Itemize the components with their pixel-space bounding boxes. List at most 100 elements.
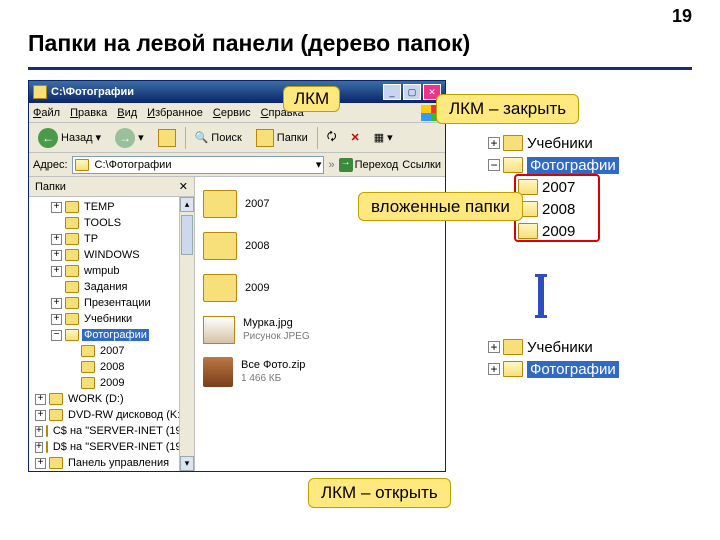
delete-button[interactable]: ✕ [346, 128, 365, 147]
back-button[interactable]: ← Назад ▾ [33, 125, 106, 151]
menu-tools[interactable]: Сервис [213, 107, 251, 119]
close-icon[interactable]: ✕ [179, 180, 188, 193]
folders-sidebar: Папки ✕ +TEMPTOOLS+TP+WINDOWS+wmpubЗадан… [29, 177, 195, 471]
tree-row[interactable]: + Учебники [488, 132, 619, 154]
sync-button[interactable]: 🗘 [322, 125, 342, 150]
tree-row[interactable]: + Презентации [29, 295, 194, 311]
tree-row[interactable]: 2008 [29, 359, 194, 375]
expand-icon[interactable]: + [35, 442, 43, 453]
address-value: С:\Фотографии [95, 159, 172, 171]
expand-icon[interactable]: + [51, 202, 62, 213]
tree-row[interactable]: + WINDOWS [29, 247, 194, 263]
minimize-button[interactable]: _ [383, 84, 401, 100]
menu-view[interactable]: Вид [117, 107, 137, 119]
tree-label[interactable]: 2008 [98, 361, 126, 373]
item-caption: Все Фото.zip1 466 КБ [241, 359, 305, 385]
folders-button[interactable]: Папки [251, 126, 313, 150]
toolbar: ← Назад ▾ →▾ 🔍Поиск Папки 🗘 ✕ ▦▾ [29, 123, 445, 153]
tree-row[interactable]: 2007 [29, 343, 194, 359]
tree-row[interactable]: + Учебники [29, 311, 194, 327]
tree-label[interactable]: C$ на "SERVER-INET (192.168.1. [51, 425, 194, 437]
search-button[interactable]: 🔍Поиск [190, 128, 247, 147]
tree-row[interactable]: − Фотографии [488, 154, 619, 176]
tree-row[interactable]: + wmpub [29, 263, 194, 279]
titlebar[interactable]: С:\Фотографии _ ▢ ✕ [29, 81, 445, 103]
chevron-down-icon[interactable]: ▾ [316, 158, 322, 171]
expand-icon[interactable]: + [51, 314, 62, 325]
tree-row[interactable]: + Учебники [488, 336, 619, 358]
tree-label[interactable]: Задания [82, 281, 129, 293]
maximize-button[interactable]: ▢ [403, 84, 421, 100]
tree-row[interactable]: + WORK (D:) [29, 391, 194, 407]
folder-icon [81, 377, 95, 389]
tree-label[interactable]: TOOLS [82, 217, 123, 229]
menubar: Файл Правка Вид Избранное Сервис Справка [29, 103, 445, 123]
callout-lkm-close: ЛКМ – закрыть [436, 94, 579, 124]
expand-icon[interactable]: + [35, 410, 46, 421]
go-button[interactable]: Переход [339, 158, 399, 172]
tree-label[interactable]: TP [82, 233, 100, 245]
menu-edit[interactable]: Правка [70, 107, 107, 119]
tree-row[interactable]: + D$ на "SERVER-INET (192.168.1. [29, 439, 194, 455]
tree-row[interactable]: 2009 [29, 375, 194, 391]
tree-row[interactable]: + TEMP [29, 199, 194, 215]
tree-row[interactable]: + TP [29, 231, 194, 247]
collapse-icon[interactable]: − [51, 330, 62, 341]
title-rule [28, 67, 692, 70]
tree-label[interactable]: TEMP [82, 201, 117, 213]
callout-nested: вложенные папки [358, 192, 523, 221]
scrollbar[interactable]: ▴▾ [179, 197, 194, 471]
collapse-icon[interactable]: − [488, 159, 500, 171]
forward-button[interactable]: →▾ [110, 125, 149, 151]
folder-icon [65, 265, 79, 277]
tree-row[interactable]: Задания [29, 279, 194, 295]
tree-label[interactable]: WINDOWS [82, 249, 142, 261]
tree-label[interactable]: Учебники [527, 135, 593, 152]
folder-tree[interactable]: + TEMP TOOLS + TP + WINDOWS + wmpub Задания + Презе… [29, 197, 194, 471]
folder-icon [203, 232, 237, 260]
views-button[interactable]: ▦▾ [369, 128, 398, 147]
tree-label[interactable]: Презентации [82, 297, 153, 309]
tree-label[interactable]: WORK (D:) [66, 393, 126, 405]
tree-label[interactable]: Учебники [527, 339, 593, 356]
explorer-window: С:\Фотографии _ ▢ ✕ Файл Правка Вид Избр… [28, 80, 446, 472]
expand-icon[interactable]: + [35, 394, 46, 405]
tree-label[interactable]: D$ на "SERVER-INET (192.168.1. [51, 441, 194, 453]
content-pane[interactable]: 200720082009Мурка.jpgРисунок JPEGВсе Фот… [195, 177, 445, 471]
tree-label[interactable]: Фотографии [527, 361, 619, 378]
expand-icon[interactable]: + [51, 250, 62, 261]
tree-row[interactable]: + Фотографии [488, 358, 619, 380]
chevron-down-icon: ▾ [138, 131, 144, 144]
tree-label[interactable]: Фотографии [82, 329, 149, 341]
content-item[interactable]: Все Фото.zip1 466 КБ [199, 351, 441, 393]
tree-row[interactable]: − Фотографии [29, 327, 194, 343]
links-label[interactable]: Ссылки [402, 159, 441, 171]
tree-label[interactable]: 2009 [98, 377, 126, 389]
expand-icon[interactable]: + [51, 298, 62, 309]
tree-row[interactable]: + C$ на "SERVER-INET (192.168.1. [29, 423, 194, 439]
tree-row[interactable]: + Панель управления [29, 455, 194, 471]
content-item[interactable]: Мурка.jpgРисунок JPEG [199, 309, 441, 351]
expand-icon[interactable]: + [35, 458, 46, 469]
expand-icon[interactable]: + [488, 341, 500, 353]
tree-label[interactable]: DVD-RW дисковод (K:) [66, 409, 186, 421]
tree-row[interactable]: TOOLS [29, 215, 194, 231]
menu-file[interactable]: Файл [33, 107, 60, 119]
address-input[interactable]: С:\Фотографии ▾ [72, 156, 325, 174]
tree-row[interactable]: + DVD-RW дисковод (K:) [29, 407, 194, 423]
archive-icon [203, 357, 233, 387]
tree-label[interactable]: 2007 [98, 345, 126, 357]
tree-label[interactable]: Учебники [82, 313, 134, 325]
expand-icon[interactable]: + [488, 363, 500, 375]
tree-label[interactable]: Фотографии [527, 157, 619, 174]
expand-icon[interactable]: + [488, 137, 500, 149]
tree-label[interactable]: wmpub [82, 265, 121, 277]
expand-icon[interactable]: + [51, 234, 62, 245]
tree-label[interactable]: Панель управления [66, 457, 171, 469]
expand-icon[interactable]: + [35, 426, 43, 437]
up-button[interactable] [153, 126, 181, 150]
content-item[interactable]: 2008 [199, 225, 441, 267]
menu-favorites[interactable]: Избранное [147, 107, 203, 119]
content-item[interactable]: 2009 [199, 267, 441, 309]
expand-icon[interactable]: + [51, 266, 62, 277]
